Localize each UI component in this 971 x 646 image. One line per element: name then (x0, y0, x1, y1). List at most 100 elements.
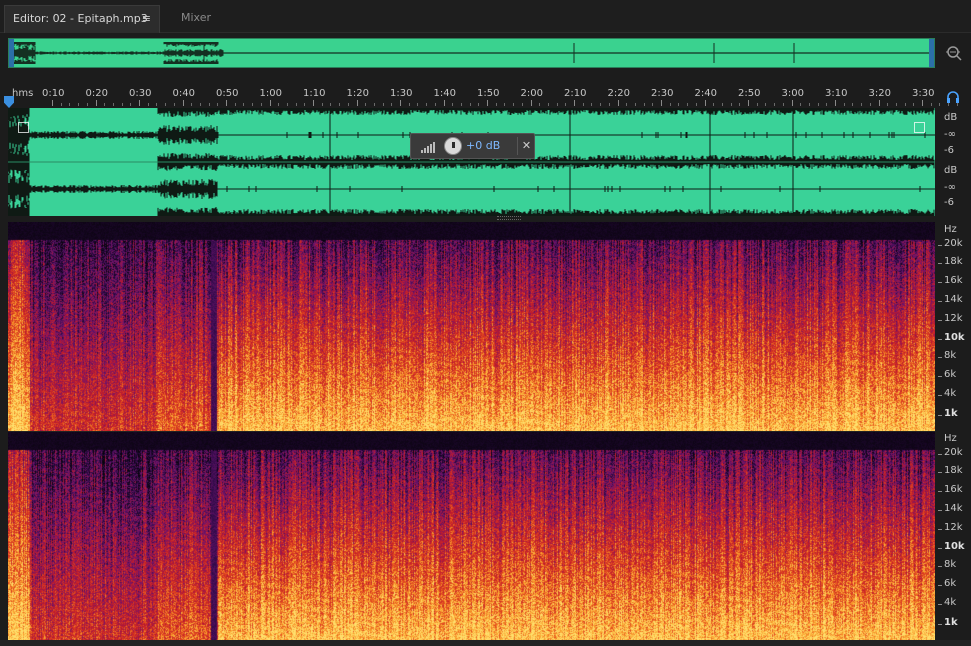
ruler-tick-label: 3:00 (781, 88, 804, 99)
ruler-minor-tick (156, 103, 158, 106)
ruler-tick-label: 1:40 (433, 88, 456, 99)
ruler-tick-label: 1:30 (390, 88, 413, 99)
ruler-tick-label: 3:10 (825, 88, 848, 99)
ruler-minor-tick (826, 103, 828, 106)
spectral-display-channel-2[interactable] (8, 431, 935, 640)
ruler-minor-tick (521, 103, 523, 106)
ruler-minor-tick (217, 103, 219, 106)
overview-range-end-handle[interactable] (929, 39, 934, 67)
ruler-major-tick (704, 100, 706, 106)
time-ruler[interactable]: hms 0:10 0:20 0:30 0:40 0:50 1:00 1:10 1:20 1:30 1… (8, 86, 958, 108)
frequency-tick (938, 357, 942, 358)
amplitude-scale: dB -∞ -6 dB -∞ -6 (938, 108, 971, 216)
ruler-major-tick (574, 100, 575, 106)
ruler-minor-tick (260, 103, 262, 106)
volume-gain-value: +0 dB (466, 139, 501, 152)
zoom-selection-icon[interactable] (945, 44, 963, 62)
tab-editor[interactable]: Editor: 02 - Epitaph.mp3 ≡ (4, 5, 160, 33)
ruler-minor-tick (321, 103, 323, 106)
frequency-tick-label: 8k (944, 350, 957, 361)
tab-mixer[interactable]: Mixer (162, 5, 230, 33)
ruler-major-tick (922, 100, 923, 106)
frequency-tick-label: 18k (944, 256, 963, 267)
frequency-scale-channel-1: Hz 20k 18k 16k 14k 12k 10k 8k 6k 4k 1k (938, 222, 971, 431)
ruler-minor-tick (626, 103, 628, 106)
frequency-tick (938, 491, 942, 492)
overview-waveform[interactable] (8, 38, 935, 68)
frequency-scale-channel-2: Hz 20k 18k 16k 14k 12k 10k 8k 6k 4k 1k (938, 431, 971, 640)
frequency-tick (938, 624, 942, 625)
spectral-display-channel-1[interactable] (8, 222, 935, 431)
amp-ch2-unit: dB (944, 165, 958, 176)
ruler-minor-tick (373, 103, 375, 106)
frequency-tick (938, 604, 942, 605)
ruler-minor-tick (608, 103, 610, 106)
amp-ch1-unit: dB (944, 112, 958, 123)
ruler-tick-label: 2:30 (651, 88, 674, 99)
fade-out-handle[interactable] (914, 122, 925, 133)
ruler-minor-tick (652, 103, 654, 106)
waveform-display[interactable] (8, 108, 935, 216)
frequency-tick (938, 395, 942, 396)
ruler-minor-tick (817, 103, 819, 106)
ruler-minor-tick (104, 103, 106, 106)
volume-knob[interactable] (444, 137, 462, 155)
panel-tab-bar: Editor: 02 - Epitaph.mp3 ≡ Mixer (0, 0, 971, 33)
ruler-minor-tick (756, 103, 758, 106)
ruler-tick-label: 2:10 (564, 88, 587, 99)
ruler-minor-tick (78, 103, 80, 106)
ruler-tick-label: 1:20 (346, 88, 369, 99)
ruler-minor-tick (513, 103, 515, 106)
ruler-minor-tick (199, 103, 201, 106)
ruler-minor-tick (504, 103, 506, 106)
view-splitter-handle[interactable] (497, 216, 521, 220)
ruler-minor-tick (895, 103, 897, 106)
frequency-tick-label: 10k (944, 332, 965, 343)
ruler-major-tick (356, 100, 358, 106)
amp-ch1-neg-inf: -∞ (944, 129, 956, 140)
ruler-minor-tick (382, 103, 384, 106)
spectrogram-channel-1 (8, 222, 935, 431)
ruler-minor-tick (112, 103, 114, 106)
frequency-tick (938, 320, 942, 321)
ruler-minor-tick (730, 103, 732, 106)
panel-menu-icon[interactable]: ≡ (142, 6, 151, 32)
frequency-tick-label: 16k (944, 275, 963, 286)
ruler-minor-tick (86, 103, 88, 106)
ruler-unit-label: hms (12, 88, 34, 99)
ruler-minor-tick (721, 103, 723, 106)
ruler-major-tick (791, 100, 793, 106)
ruler-major-tick (139, 100, 140, 106)
frequency-tick (938, 510, 942, 511)
ruler-minor-tick (304, 103, 306, 106)
pin-icon[interactable]: ✕ (517, 137, 535, 155)
frequency-tick-label: 20k (944, 447, 963, 458)
ruler-minor-tick (695, 103, 697, 106)
ruler-minor-tick (547, 103, 549, 106)
ruler-major-tick (530, 100, 532, 106)
frequency-tick (938, 585, 942, 586)
ruler-major-tick (661, 100, 662, 106)
frequency-tick-label: 20k (944, 238, 963, 249)
ruler-minor-tick (191, 103, 193, 106)
frequency-tick-label: 18k (944, 465, 963, 476)
audio-editor-window: Editor: 02 - Epitaph.mp3 ≡ Mixer hms 0:10… (0, 0, 971, 646)
volume-hud: +0 dB ✕ (410, 133, 535, 159)
ruler-minor-tick (869, 103, 871, 106)
frequency-tick-label: 6k (944, 369, 957, 380)
headphones-icon[interactable] (946, 90, 960, 104)
ruler-major-tick (400, 100, 401, 106)
fade-in-handle[interactable] (18, 122, 29, 133)
frequency-unit-label: Hz (944, 433, 957, 444)
frequency-tick-label: 1k (944, 617, 958, 628)
frequency-tick (938, 472, 942, 473)
ruler-minor-tick (452, 103, 454, 106)
ruler-minor-tick (173, 103, 175, 106)
ruler-minor-tick (904, 103, 906, 106)
tab-editor-label: Editor: 02 - Epitaph.mp3 (13, 12, 148, 25)
frequency-tick (938, 245, 942, 246)
frequency-tick-label: 4k (944, 388, 957, 399)
ruler-minor-tick (234, 103, 236, 106)
ruler-minor-tick (765, 103, 767, 106)
ruler-minor-tick (634, 103, 636, 106)
